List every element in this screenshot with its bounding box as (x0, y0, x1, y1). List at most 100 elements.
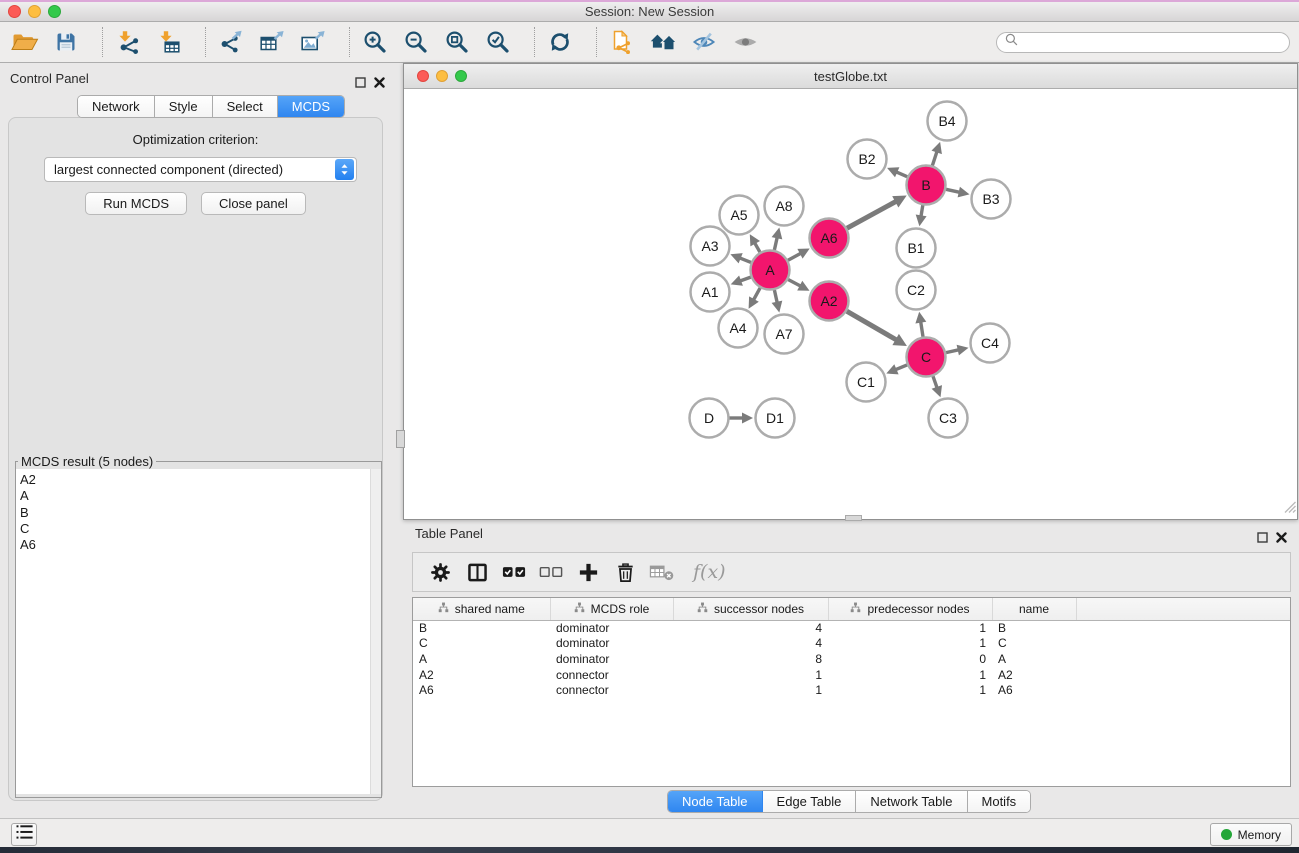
search-input[interactable] (1023, 34, 1289, 51)
graph-edge-A-A7[interactable] (774, 290, 777, 303)
table-cell[interactable]: dominator (550, 620, 673, 636)
column-header-successor-nodes[interactable]: successor nodes (673, 598, 828, 620)
network-canvas[interactable]: AA1A3A5A8A4A7A6A2BB1B2B3B4CC1C2C3C4DD1 (404, 89, 1297, 519)
select-all-rows-icon[interactable] (501, 558, 527, 586)
column-header-shared-name[interactable]: shared name (413, 598, 550, 620)
search-field[interactable] (996, 32, 1290, 53)
save-session-icon[interactable] (51, 27, 81, 57)
zoom-in-icon[interactable] (360, 27, 390, 57)
table-row[interactable]: Bdominator41B (413, 620, 1290, 636)
export-network-icon[interactable] (216, 27, 246, 57)
horizontal-splitter-handle[interactable] (845, 515, 862, 521)
graph-edge-A-A4[interactable] (754, 288, 761, 300)
graph-edge-A-A5[interactable] (755, 243, 760, 252)
function-builder-icon[interactable]: f(x) (693, 561, 726, 583)
tab-motifs[interactable]: Motifs (968, 791, 1031, 812)
result-item[interactable]: A (20, 488, 381, 504)
graph-edge-A-A6[interactable] (788, 253, 801, 260)
table-cell[interactable]: connector (550, 668, 673, 684)
table-cell[interactable]: B (992, 620, 1076, 636)
tab-network[interactable]: Network (78, 96, 155, 117)
network-window-titlebar[interactable]: testGlobe.txt (404, 64, 1297, 89)
show-eye-icon[interactable] (730, 27, 760, 57)
show-columns-icon[interactable] (464, 558, 490, 586)
refresh-icon[interactable] (545, 27, 575, 57)
zoom-fit-icon[interactable] (442, 27, 472, 57)
table-cell[interactable]: 0 (828, 652, 992, 668)
graph-edge-C-C3[interactable] (933, 376, 937, 388)
result-item[interactable]: B (20, 505, 381, 521)
table-cell[interactable]: dominator (550, 636, 673, 652)
table-cell[interactable]: C (413, 636, 550, 652)
close-panel-button[interactable]: Close panel (201, 192, 306, 215)
tab-network-table[interactable]: Network Table (856, 791, 967, 812)
table-row[interactable]: Cdominator41C (413, 636, 1290, 652)
resize-grip-icon[interactable] (1283, 500, 1296, 518)
graph-edge-B-B1[interactable] (921, 205, 923, 216)
import-network-icon[interactable] (113, 27, 143, 57)
graph-edge-C-C4[interactable] (946, 350, 959, 353)
float-panel-icon[interactable] (1257, 530, 1268, 548)
graph-edge-A-A8[interactable] (774, 237, 777, 250)
delete-row-icon[interactable] (612, 558, 638, 586)
table-cell[interactable]: A2 (413, 668, 550, 684)
table-cell[interactable]: A2 (992, 668, 1076, 684)
column-header-mcds-role[interactable]: MCDS role (550, 598, 673, 620)
result-item[interactable]: A6 (20, 537, 381, 553)
table-cell[interactable]: B (413, 620, 550, 636)
graph-edge-A-A2[interactable] (788, 280, 801, 287)
network-file-icon[interactable] (607, 27, 637, 57)
table-settings-gear-icon[interactable] (427, 558, 453, 586)
export-image-icon[interactable] (298, 27, 328, 57)
task-history-button[interactable] (11, 823, 37, 846)
zoom-out-icon[interactable] (401, 27, 431, 57)
result-item[interactable]: C (20, 521, 381, 537)
export-table-icon[interactable] (257, 27, 287, 57)
table-row[interactable]: A2connector11A2 (413, 668, 1290, 684)
graph-edge-B-B4[interactable] (932, 151, 937, 165)
table-cell[interactable]: 4 (673, 620, 828, 636)
table-cell[interactable]: 1 (828, 668, 992, 684)
graph-edge-C-C1[interactable] (896, 365, 908, 370)
table-cell[interactable]: connector (550, 683, 673, 699)
vertical-splitter-handle[interactable] (396, 430, 405, 448)
home-icon[interactable] (648, 27, 678, 57)
graph-edge-A-A3[interactable] (740, 258, 751, 263)
tab-edge-table[interactable]: Edge Table (763, 791, 857, 812)
float-panel-icon[interactable] (355, 75, 366, 93)
table-cell[interactable]: 1 (828, 620, 992, 636)
result-item[interactable]: A2 (20, 472, 381, 488)
table-cell[interactable]: 1 (828, 636, 992, 652)
table-cell[interactable]: A6 (992, 683, 1076, 699)
table-cell[interactable]: A6 (413, 683, 550, 699)
delete-table-icon[interactable] (649, 558, 675, 586)
table-cell[interactable]: 1 (828, 683, 992, 699)
graph-edge-A-A1[interactable] (740, 277, 751, 281)
table-cell[interactable]: A (413, 652, 550, 668)
table-cell[interactable]: 4 (673, 636, 828, 652)
table-cell[interactable]: 1 (673, 668, 828, 684)
column-header-name[interactable]: name (992, 598, 1076, 620)
table-cell[interactable]: A (992, 652, 1076, 668)
tab-select[interactable]: Select (213, 96, 278, 117)
graph-edge-B-B2[interactable] (896, 172, 907, 177)
zoom-selected-icon[interactable] (483, 27, 513, 57)
table-row[interactable]: Adominator80A (413, 652, 1290, 668)
table-cell[interactable]: dominator (550, 652, 673, 668)
tab-mcds[interactable]: MCDS (278, 96, 344, 117)
close-panel-icon[interactable] (1276, 530, 1287, 548)
table-cell[interactable]: 1 (673, 683, 828, 699)
run-mcds-button[interactable]: Run MCDS (85, 192, 187, 215)
graph-edge-A6-B[interactable] (847, 201, 896, 228)
graph-edge-A2-C[interactable] (847, 311, 897, 340)
tab-node-table[interactable]: Node Table (668, 791, 763, 812)
graph-edge-C-C2[interactable] (921, 322, 923, 337)
column-header-predecessor-nodes[interactable]: predecessor nodes (828, 598, 992, 620)
hide-panel-eye-icon[interactable] (689, 27, 719, 57)
import-table-icon[interactable] (154, 27, 184, 57)
graph-edge-B-B3[interactable] (946, 189, 960, 192)
criterion-select[interactable]: largest connected component (directed) (44, 157, 357, 182)
open-file-icon[interactable] (10, 27, 40, 57)
tab-style[interactable]: Style (155, 96, 213, 117)
table-cell[interactable]: 8 (673, 652, 828, 668)
